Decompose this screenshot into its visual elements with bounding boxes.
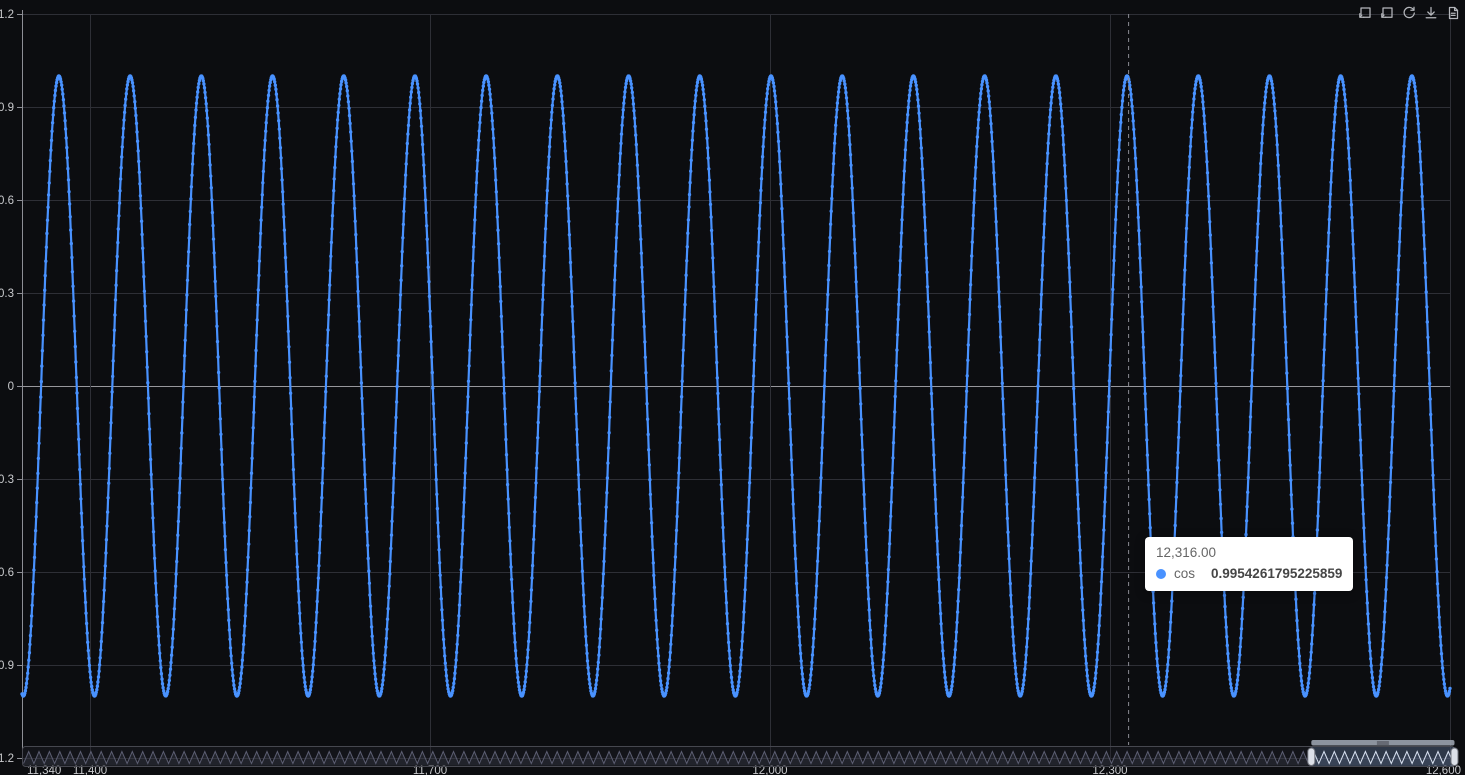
y-axis-label: -0.9 xyxy=(0,660,14,672)
series-marker-dot xyxy=(1156,569,1166,579)
plot-area[interactable] xyxy=(22,14,1450,758)
restore-icon xyxy=(1403,6,1415,18)
y-axis-label: 0 xyxy=(8,381,14,393)
tooltip-series-row: cos 0.9954261795225859 xyxy=(1156,565,1342,583)
toolbox-zoom-button[interactable] xyxy=(1355,3,1374,22)
y-axis-label: 0.3 xyxy=(0,288,14,300)
y-axis-label: -0.6 xyxy=(0,567,14,579)
y-axis-label: 0.6 xyxy=(0,195,14,207)
zoom-back-icon xyxy=(1380,6,1393,18)
zoom-box-icon xyxy=(1358,6,1371,18)
y-axis-label: -0.3 xyxy=(0,474,14,486)
toolbox-data-view-button[interactable] xyxy=(1443,3,1462,22)
tooltip-series-value: 0.9954261795225859 xyxy=(1211,566,1343,581)
toolbox-zoom-back-button[interactable] xyxy=(1377,3,1396,22)
y-axis-label: 1.2 xyxy=(0,9,14,21)
data-view-icon xyxy=(1448,6,1458,19)
toolbox-restore-button[interactable] xyxy=(1399,3,1418,22)
download-icon xyxy=(1425,6,1436,18)
toolbox xyxy=(1355,3,1462,22)
toolbox-save-image-button[interactable] xyxy=(1421,3,1440,22)
y-axis-label: 0.9 xyxy=(0,102,14,114)
data-zoom-right-handle[interactable] xyxy=(1450,747,1459,766)
chart-root: 1.20.90.60.30-0.3-0.6-0.9-1.211,34011,40… xyxy=(0,0,1465,775)
y-axis-label: -1.2 xyxy=(0,753,14,765)
tooltip-x-value: 12,316.00 xyxy=(1156,545,1217,560)
tooltip: 12,316.00 cos 0.9954261795225859 xyxy=(1145,537,1354,591)
tooltip-series-name: cos xyxy=(1174,566,1196,581)
